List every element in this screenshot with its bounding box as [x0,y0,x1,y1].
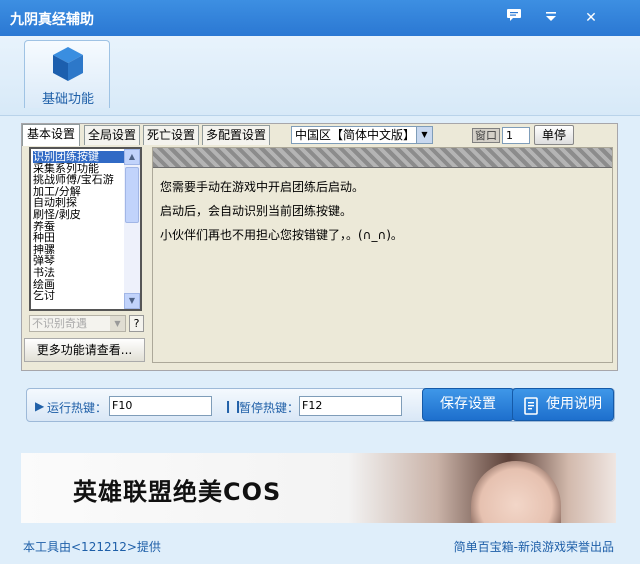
list-item[interactable]: 乞讨 [33,290,125,302]
basic-features-label: 基础功能 [41,92,94,107]
window-number-label: 窗口 [472,128,500,143]
banner-photo [471,461,561,523]
footer-provider-link[interactable]: 本工具由<121212>提供 [23,538,161,555]
encounter-select-value: 不识别奇遇 [32,317,87,330]
user-manual-label: 使用说明 [546,396,602,412]
chat-bubble-icon[interactable] [504,8,524,28]
dropdown-menu-icon[interactable] [541,8,561,28]
list-item[interactable]: 弹琴 [33,255,125,267]
tab-death-settings[interactable]: 死亡设置 [143,125,199,145]
description-line: 启动后，会自动识别当前团练按键。 [160,204,353,218]
list-item[interactable]: 采集系列功能 [33,163,125,175]
list-item[interactable]: 抻骡 [33,244,125,256]
list-item[interactable]: 挑战师傅/宝石游 [33,174,125,186]
scroll-up-icon[interactable]: ▲ [124,149,140,165]
tab-global-settings[interactable]: 全局设置 [84,125,140,145]
region-select[interactable]: 中国区【简体中文版】 ▼ [291,126,433,144]
chevron-down-icon[interactable]: ▼ [416,127,432,143]
encounter-select[interactable]: 不识别奇遇 ▼ [29,315,126,332]
tab-multi-config[interactable]: 多配置设置 [202,125,270,145]
list-item[interactable]: 自动刺探 [33,197,125,209]
cube-icon [51,45,85,86]
list-item[interactable]: 绘画 [33,279,125,291]
footer-publisher-link[interactable]: 简单百宝箱-新浪游戏荣誉出品 [454,538,614,555]
run-hotkey-label: 运行热键： [47,401,108,415]
banner-text: 英雄联盟绝美COS [73,478,282,506]
pause-hotkey-label: 暂停热键： [239,401,300,415]
title-bar: 九阴真经辅助 ✕ [0,0,640,36]
window-title: 九阴真经辅助 [10,12,94,28]
list-item[interactable]: 书法 [33,267,125,279]
list-item[interactable]: 刷怪/剥皮 [33,209,125,221]
scroll-thumb[interactable] [125,167,139,223]
description-panel: 您需要手动在游戏中开启团练后启动。 启动后，会自动识别当前团练按键。 小伙伴们再… [152,147,613,363]
chevron-down-icon[interactable]: ▼ [110,316,125,331]
pause-hotkey-input[interactable]: F12 [299,396,402,416]
run-hotkey-input[interactable]: F10 [109,396,212,416]
book-icon [522,396,540,427]
list-item[interactable]: 养蚕 [33,221,125,233]
list-item[interactable]: 识别团练按键 [33,151,125,163]
decorative-stripe [153,148,612,168]
tab-basic-settings[interactable]: 基本设置 [22,124,80,146]
list-item[interactable]: 种田 [33,232,125,244]
help-button[interactable]: ? [129,315,144,332]
save-settings-button[interactable]: 保存设置 [422,388,514,421]
list-scrollbar[interactable]: ▲ ▼ [124,149,140,309]
list-item[interactable]: 加工/分解 [33,186,125,198]
window-number-input[interactable]: 1 [502,127,530,144]
region-select-value: 中国区【简体中文版】 [295,128,416,142]
user-manual-button[interactable]: 使用说明 [512,388,614,421]
more-features-button[interactable]: 更多功能请查看... [24,338,145,362]
function-list[interactable]: 识别团练按键 采集系列功能 挑战师傅/宝石游 加工/分解 自动刺探 刷怪/剥皮 … [29,147,142,311]
single-stop-button[interactable]: 单停 [534,125,574,145]
scroll-down-icon[interactable]: ▼ [124,293,140,309]
description-line: 您需要手动在游戏中开启团练后启动。 [160,180,365,194]
banner-ad[interactable]: 英雄联盟绝美COS [21,453,616,523]
description-line: 小伙伴们再也不用担心您按错键了，。(∩_∩)。 [160,228,403,242]
close-icon[interactable]: ✕ [581,8,601,28]
basic-features-button[interactable]: 基础功能 [24,40,110,108]
play-icon: ▶ [35,399,45,413]
